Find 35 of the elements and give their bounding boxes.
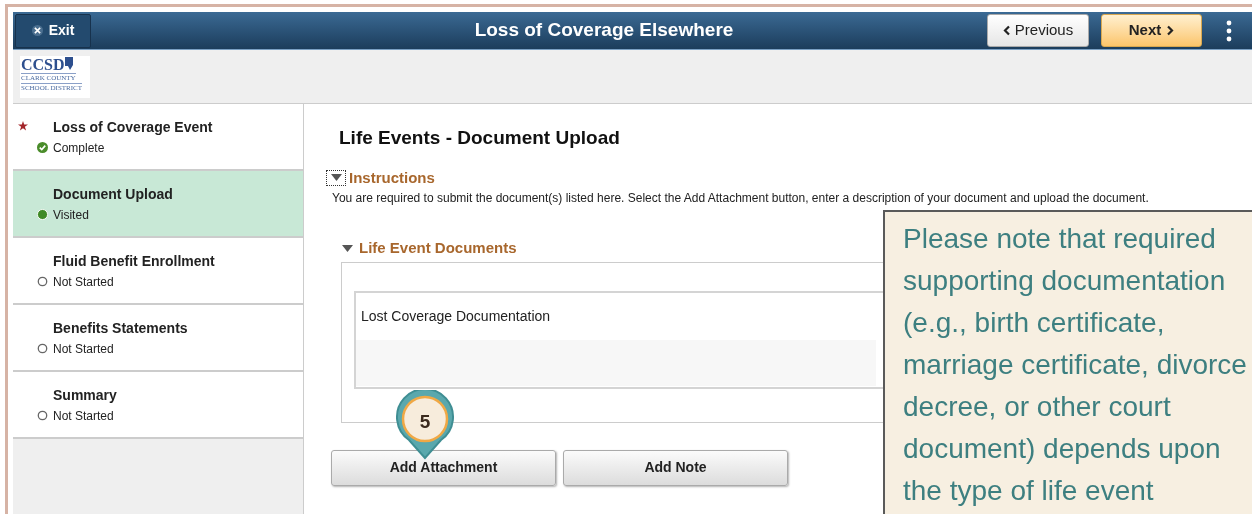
step-title: Fluid Benefit Enrollment (53, 251, 215, 271)
more-options-icon[interactable] (1226, 19, 1232, 42)
previous-button[interactable]: Previous (987, 14, 1089, 47)
step-status: Visited (53, 206, 89, 224)
document-name: Lost Coverage Documentation (361, 306, 551, 326)
callout-note: Please note that required supporting documentation (e.g., birth certificate, marriage certificate, divorce decree, or other court document) depends upon the type of life event (883, 210, 1252, 514)
section-heading: Life Event Documents (359, 238, 517, 258)
step-item[interactable]: Document Upload Visited (13, 171, 303, 238)
step-title: Summary (53, 385, 117, 405)
page-header-title: Loss of Coverage Elsewhere (474, 18, 734, 43)
step-item[interactable]: Loss of Coverage Event Complete (13, 104, 303, 171)
chevron-right-icon (1166, 25, 1175, 36)
step-status: Complete (53, 139, 105, 157)
next-button[interactable]: Next (1101, 14, 1202, 47)
exit-button[interactable]: Exit (15, 13, 91, 48)
step-item[interactable]: Summary Not Started (13, 372, 303, 439)
step-status: Not Started (53, 407, 114, 425)
action-button[interactable]: Add Note (563, 449, 788, 486)
step-title: Loss of Coverage Event (53, 117, 213, 137)
page-title: Life Events - Document Upload (339, 126, 621, 150)
chevron-left-icon (1002, 25, 1011, 36)
step-status: Not Started (53, 340, 114, 358)
close-icon (31, 25, 43, 36)
section-heading: Instructions (349, 167, 435, 188)
caret-icon (330, 174, 342, 182)
collapse-toggle[interactable] (326, 169, 346, 186)
step-title: Document Upload (53, 184, 173, 204)
instructions-text: You are required to submit the document(s) listed here. Select the Add Attachment button, enter a description of your document and upload the document. (332, 191, 1150, 206)
step-title: Benefits Statements (53, 318, 188, 338)
action-button[interactable]: Add Attachment (331, 449, 556, 486)
step-item[interactable]: Benefits Statements Not Started (13, 305, 303, 372)
step-item[interactable]: Fluid Benefit Enrollment Not Started (13, 238, 303, 305)
step-number-marker: 5 (395, 390, 455, 460)
caret-icon[interactable] (342, 244, 353, 252)
step-status: Not Started (53, 273, 114, 291)
